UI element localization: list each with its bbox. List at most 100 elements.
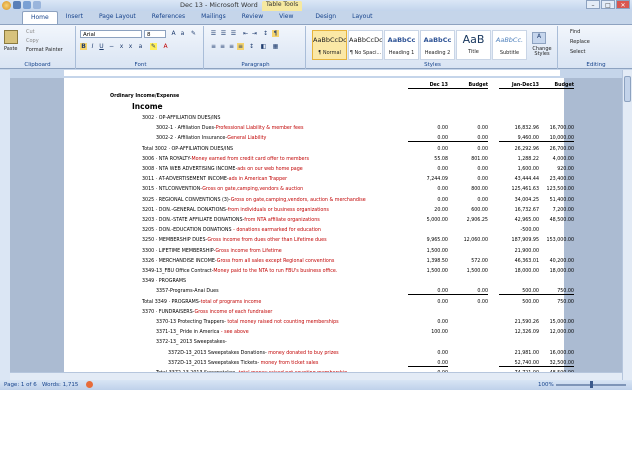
office-button-icon[interactable]	[2, 1, 11, 10]
close-button[interactable]: ✕	[616, 0, 630, 9]
minimize-button[interactable]: –	[586, 0, 600, 9]
grow-font-icon[interactable]: A	[170, 30, 177, 37]
row-value: 1,500.00	[466, 269, 488, 274]
row-value: 1,500.00	[426, 248, 448, 254]
highlight-icon[interactable]: ✎	[150, 43, 157, 50]
row-label: 3025 · REGIONAL CONVENTIONS (3)-Gross on…	[142, 198, 366, 203]
zoom-slider-handle[interactable]	[590, 381, 593, 388]
underline-icon[interactable]: U	[98, 43, 105, 50]
row-value: 12,000.00	[549, 330, 574, 336]
row-label: 3370 · FUNDRAISERS-Gross income of each …	[142, 310, 272, 315]
tab-insert[interactable]: Insert	[58, 11, 91, 24]
row-account: 3326 · MERCHANDISE INCOME-	[142, 258, 217, 264]
style-subtitle[interactable]: AaBbCc. Subtitle	[492, 30, 527, 60]
tab-references[interactable]: References	[144, 11, 193, 24]
report-row: 3349-13_FBU Office Contract-Money paid t…	[64, 268, 574, 277]
page-count[interactable]: Page: 1 of 6	[4, 382, 37, 388]
line-spacing-icon[interactable]: ↕	[248, 43, 255, 50]
document-area: Dec 13 Budget Jan-Dec13 Budget Ordinary …	[10, 78, 622, 380]
decrease-indent-icon[interactable]: ⇤	[242, 30, 249, 37]
select-button[interactable]: Select	[570, 50, 585, 55]
shading-icon[interactable]: ◧	[260, 43, 267, 50]
align-left-icon[interactable]: ≡	[210, 43, 217, 50]
style-heading-1[interactable]: AaBbCc Heading 1	[384, 30, 419, 60]
tab-review[interactable]: Review	[234, 11, 271, 24]
row-value: 46,363.01	[514, 258, 539, 264]
row-account: 3370 · FUNDRAISERS-	[142, 309, 195, 315]
clear-format-icon[interactable]: ✎	[190, 30, 197, 37]
paste-button[interactable]: Paste	[4, 47, 18, 52]
strikethrough-icon[interactable]: −	[108, 43, 115, 50]
styles-group: AaBbCcDc ¶ Normal AaBbCcDc ¶ No Spaci... A…	[308, 26, 558, 69]
borders-icon[interactable]: ▦	[272, 43, 279, 50]
bullets-icon[interactable]: ☰	[210, 30, 217, 37]
find-button[interactable]: Find	[570, 30, 580, 35]
row-account: Total 3349 · PROGRAMS-	[142, 299, 201, 305]
show-formatting-icon[interactable]: ¶	[272, 30, 279, 37]
font-color-icon[interactable]: A	[162, 43, 169, 50]
row-value: 18,000.00	[549, 269, 574, 274]
subscript-icon[interactable]: x	[118, 43, 125, 50]
change-case-icon[interactable]: a	[137, 43, 144, 50]
row-label: 3372-13_ 2013 Sweepstakes-	[156, 340, 227, 345]
justify-icon[interactable]: ≡	[237, 43, 244, 50]
ribbon-tabs: Home Insert Page Layout References Maili…	[0, 11, 632, 24]
change-styles-button[interactable]: Change Styles	[528, 47, 556, 57]
col-jan-dec13: Jan-Dec13	[499, 83, 539, 89]
style-normal[interactable]: AaBbCcDc ¶ Normal	[312, 30, 347, 60]
row-account: 3002-1 · Affiliation Dues-	[156, 126, 216, 132]
style-title[interactable]: AaB Title	[456, 30, 491, 60]
font-name-box[interactable]: Arial	[80, 30, 142, 38]
report-row: 3357-Programs-Anai Dues 0.00 0.00 500.00 750…	[64, 288, 574, 297]
document-page[interactable]: Dec 13 Budget Jan-Dec13 Budget Ordinary …	[64, 78, 574, 380]
redo-icon[interactable]	[33, 1, 41, 9]
horizontal-scrollbar[interactable]	[10, 372, 622, 380]
align-center-icon[interactable]: ≡	[219, 43, 226, 50]
tab-page-layout[interactable]: Page Layout	[91, 11, 144, 24]
change-styles-icon[interactable]: A	[532, 32, 546, 44]
increase-indent-icon[interactable]: ⇥	[251, 30, 258, 37]
style-no-spacing[interactable]: AaBbCcDc ¶ No Spaci...	[348, 30, 383, 60]
vertical-scrollbar[interactable]	[622, 70, 632, 380]
row-value: 12,060.00	[463, 238, 488, 244]
tab-home[interactable]: Home	[22, 11, 58, 24]
row-description: Money paid to the NTA to run FBU's busin…	[213, 269, 338, 274]
report-row: 3015 · NTLCONVENTION-Gross on gate,campi…	[64, 186, 574, 195]
tab-mailings[interactable]: Mailings	[193, 11, 234, 24]
zoom-level[interactable]: 100%	[538, 382, 554, 388]
row-value: 800.00	[471, 187, 488, 193]
undo-icon[interactable]	[23, 1, 31, 9]
replace-button[interactable]: Replace	[570, 40, 590, 45]
row-value: 1,500.00	[426, 269, 448, 274]
tab-view[interactable]: View	[271, 11, 301, 24]
bold-icon[interactable]: B	[80, 43, 87, 50]
word-count[interactable]: Words: 1,715	[42, 382, 78, 388]
copy-button[interactable]: Copy	[26, 39, 39, 44]
maximize-button[interactable]: □	[601, 0, 615, 9]
multilevel-list-icon[interactable]: ☰	[230, 30, 237, 37]
paste-icon[interactable]	[4, 30, 18, 44]
scroll-thumb[interactable]	[624, 76, 631, 102]
style-heading-2[interactable]: AaBbCc Heading 2	[420, 30, 455, 60]
save-icon[interactable]	[13, 1, 21, 9]
superscript-icon[interactable]: x	[127, 43, 134, 50]
sort-icon[interactable]: ↕	[262, 30, 269, 37]
row-value: 0.00	[477, 299, 488, 305]
numbering-icon[interactable]: ☰	[220, 30, 227, 37]
row-label: 3372D-13_2013 Sweepstakes Tickets- money…	[168, 361, 318, 366]
row-description: - donations earmarked for education	[231, 228, 321, 234]
tab-design[interactable]: Design	[307, 11, 344, 24]
align-right-icon[interactable]: ≡	[228, 43, 235, 50]
proofing-icon[interactable]	[86, 381, 93, 388]
table-tools-label: Table Tools	[262, 1, 303, 11]
report-row: Total 3002 · OP-AFFILIATION DUES/INS 0.00…	[64, 146, 574, 155]
cut-button[interactable]: Cut	[26, 30, 35, 35]
row-account: 3372-13_ 2013 Sweepstakes-	[156, 340, 227, 346]
row-value: 2,906.25	[466, 218, 488, 223]
italic-icon[interactable]: I	[89, 43, 96, 50]
shrink-font-icon[interactable]: a	[179, 30, 186, 37]
format-painter-button[interactable]: Format Painter	[26, 48, 63, 53]
tab-layout[interactable]: Layout	[344, 11, 380, 24]
row-account: 3349-13_FBU Office Contract-	[142, 269, 214, 274]
font-size-box[interactable]: 8	[144, 30, 166, 38]
